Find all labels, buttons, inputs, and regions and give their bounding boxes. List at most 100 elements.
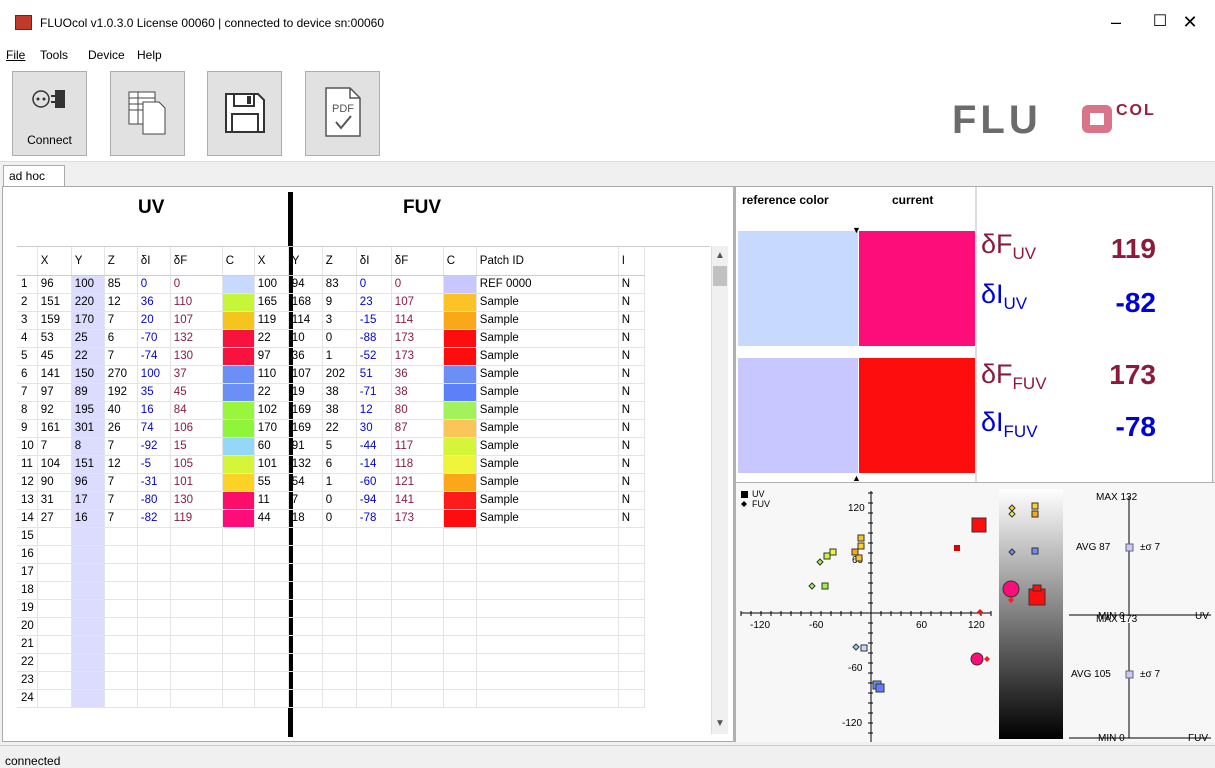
table-cell[interactable]: 36 [391,365,444,384]
table-cell[interactable]: 301 [71,419,105,438]
uv-color-cell[interactable] [222,365,255,384]
scroll-thumb[interactable] [713,266,727,286]
table-cell[interactable] [137,635,171,654]
table-cell[interactable]: -74 [137,347,171,366]
row-number[interactable]: 2 [17,293,38,312]
table-cell[interactable]: 11 [254,491,289,510]
table-cell[interactable]: 104 [37,455,72,474]
table-cell[interactable]: 151 [37,293,72,312]
table-cell[interactable]: 17 [71,491,105,510]
uv-color-cell[interactable] [222,311,255,330]
table-cell[interactable]: -31 [137,473,171,492]
table-cell[interactable]: 169 [288,401,323,420]
table-cell[interactable]: 141 [37,365,72,384]
table-cell[interactable]: 173 [391,347,444,366]
table-cell[interactable]: -80 [137,491,171,510]
fuv-color-cell[interactable] [443,437,477,456]
table-cell[interactable]: 130 [170,491,223,510]
table-cell[interactable] [322,653,357,672]
table-cell[interactable]: -14 [356,455,392,474]
table-cell[interactable] [37,545,72,564]
table-cell[interactable] [391,599,444,618]
table-cell[interactable] [37,599,72,618]
table-cell[interactable]: 7 [104,473,138,492]
table-cell[interactable] [37,653,72,672]
row-number[interactable]: 11 [17,455,38,474]
menu-tools[interactable]: Tools [40,48,68,62]
pdf-report-button[interactable]: PDF [305,71,380,156]
table-cell[interactable] [170,545,223,564]
row-number[interactable]: 9 [17,419,38,438]
table-cell[interactable] [322,635,357,654]
table-cell[interactable]: 220 [71,293,105,312]
table-cell[interactable] [254,527,289,546]
table-cell[interactable] [37,635,72,654]
table-cell[interactable]: 159 [37,311,72,330]
uv-color-cell[interactable] [222,599,255,618]
uv-color-cell[interactable] [222,563,255,582]
table-cell[interactable]: 38 [391,383,444,402]
table-cell[interactable] [104,689,138,708]
table-cell[interactable]: 85 [104,275,138,294]
patch-id-cell[interactable]: Sample [476,455,619,474]
scroll-up-icon[interactable]: ▲ [712,248,728,264]
table-cell[interactable]: 110 [254,365,289,384]
export-table-button[interactable] [110,71,185,156]
table-cell[interactable]: 7 [104,311,138,330]
table-cell[interactable] [254,563,289,582]
fuv-color-cell[interactable] [443,689,477,708]
row-number[interactable]: 8 [17,401,38,420]
table-cell[interactable]: 83 [322,275,357,294]
table-cell[interactable]: 5 [322,437,357,456]
table-cell[interactable]: 97 [37,383,72,402]
table-row[interactable]: 14 27 16 7 -82 119 44 18 0 -78 173 Sample N [17,509,645,528]
row-number[interactable]: 18 [17,581,38,600]
table-cell[interactable]: 3 [322,311,357,330]
table-cell[interactable]: 35 [137,383,171,402]
table-row[interactable]: 3 159 170 7 20 107 119 114 3 -15 114 Sample N [17,311,645,330]
table-row[interactable]: 21 [17,635,645,654]
table-cell[interactable] [356,599,392,618]
i-cell[interactable]: N [618,311,645,330]
row-number[interactable]: 7 [17,383,38,402]
column-header[interactable]: C [443,247,477,276]
uv-color-cell[interactable] [222,545,255,564]
table-cell[interactable] [356,617,392,636]
table-cell[interactable] [356,563,392,582]
fuv-color-cell[interactable] [443,419,477,438]
table-cell[interactable] [137,545,171,564]
table-cell[interactable] [137,563,171,582]
table-row[interactable]: 16 [17,545,645,564]
row-number[interactable]: 22 [17,653,38,672]
close-button[interactable]: ✕ [1170,8,1210,36]
i-cell[interactable]: N [618,491,645,510]
table-cell[interactable] [254,653,289,672]
i-cell[interactable] [618,635,645,654]
i-cell[interactable] [618,617,645,636]
table-cell[interactable]: 22 [322,419,357,438]
table-cell[interactable]: 31 [37,491,72,510]
table-cell[interactable]: 170 [254,419,289,438]
fuv-color-cell[interactable] [443,293,477,312]
table-cell[interactable] [37,689,72,708]
table-cell[interactable]: 100 [71,275,105,294]
fuv-color-cell[interactable] [443,329,477,348]
table-cell[interactable] [71,563,105,582]
table-cell[interactable]: -60 [356,473,392,492]
table-cell[interactable] [104,653,138,672]
table-cell[interactable]: 150 [71,365,105,384]
i-cell[interactable]: N [618,275,645,294]
table-cell[interactable]: 38 [322,401,357,420]
table-cell[interactable]: 30 [356,419,392,438]
table-cell[interactable] [170,671,223,690]
column-header[interactable]: Y [288,247,323,276]
uv-color-cell[interactable] [222,473,255,492]
table-cell[interactable] [356,671,392,690]
table-cell[interactable]: -94 [356,491,392,510]
table-cell[interactable]: 0 [137,275,171,294]
table-cell[interactable]: 12 [104,293,138,312]
table-cell[interactable] [137,689,171,708]
table-row[interactable]: 2 151 220 12 36 110 165 168 9 23 107 Sample N [17,293,645,312]
table-row[interactable]: 11 104 151 12 -5 105 101 132 6 -14 118 Sample N [17,455,645,474]
table-cell[interactable] [104,599,138,618]
